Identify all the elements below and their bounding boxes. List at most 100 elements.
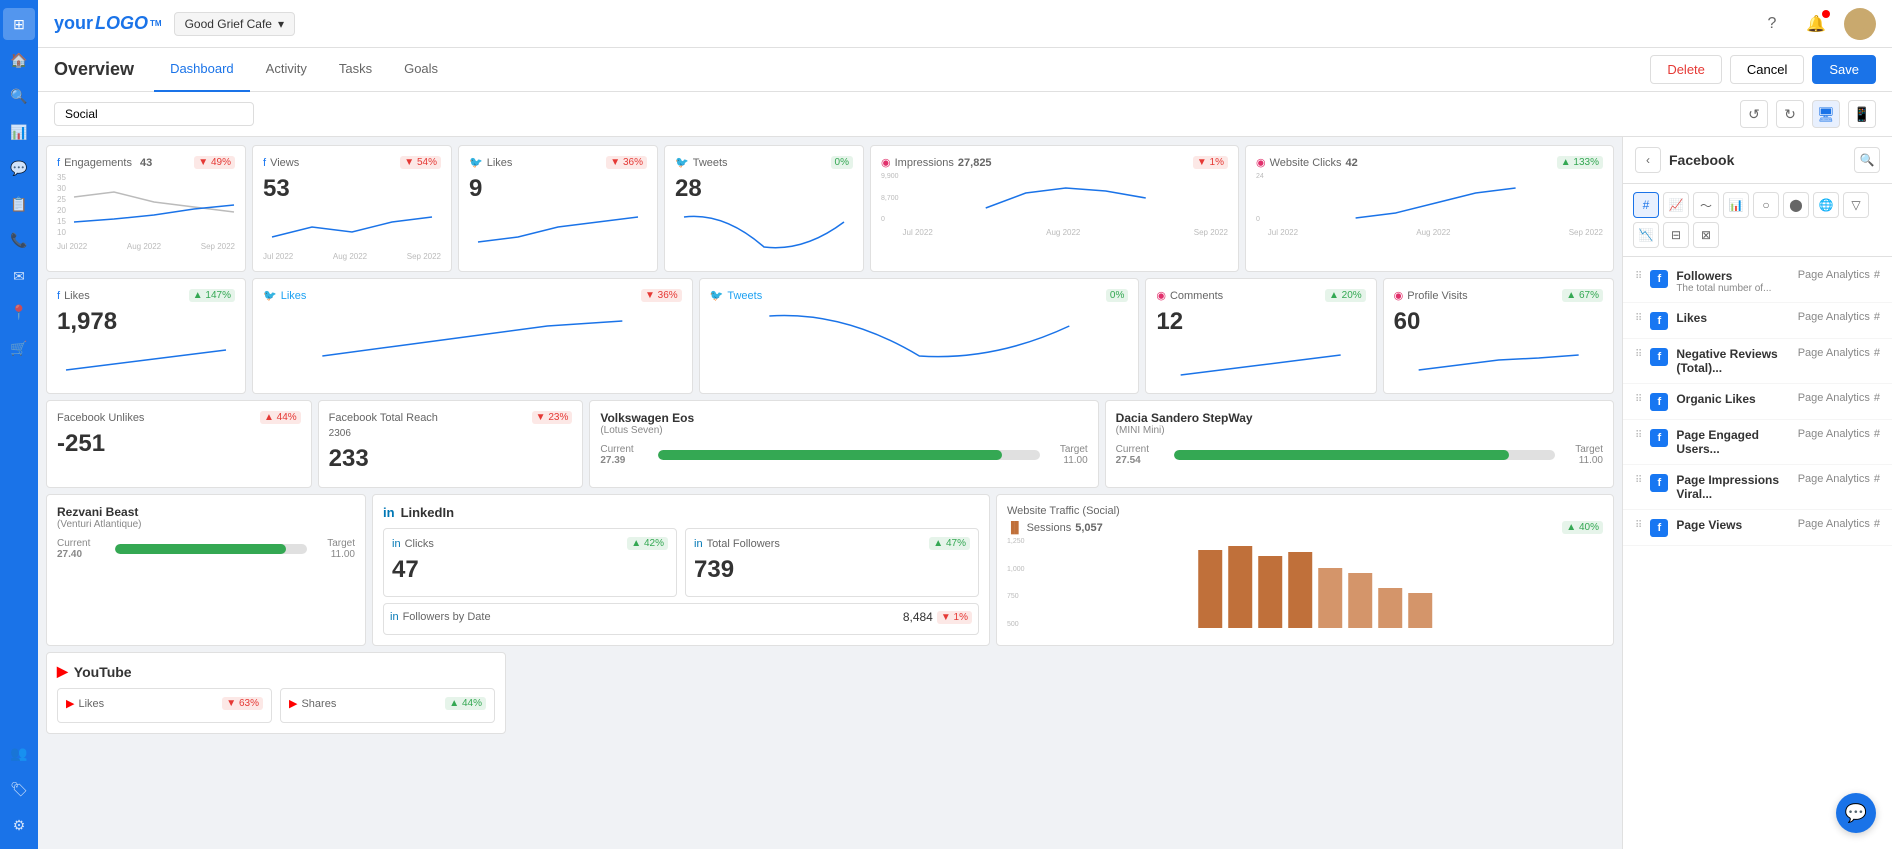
panel-line-chart-btn[interactable]: 📈 [1663, 192, 1689, 218]
rezvani-title: Rezvani Beast [57, 505, 355, 519]
panel-metric-likes[interactable]: ⠿ f Likes Page Analytics # [1623, 303, 1892, 339]
widget-volkswagen: Volkswagen Eos (Lotus Seven) Current27.3… [589, 400, 1098, 488]
panel-grid-btn[interactable]: ⊠ [1693, 222, 1719, 248]
panel-globe-btn[interactable]: 🌐 [1813, 192, 1839, 218]
widget-linkedin-section: in LinkedIn in Clicks ▲ 42% [372, 494, 990, 646]
dacia-progress-row: Current27.54 Target11.00 [1116, 444, 1603, 466]
sidebar-item-analytics[interactable]: 📊 [3, 116, 35, 148]
website-clicks-chart-area: 240 Jul 2022Aug 2022Sep 2022 [1256, 173, 1603, 237]
sidebar-item-search[interactable]: 🔍 [3, 80, 35, 112]
widget-tw-likes: 🐦 Likes ▼ 36% 9 [458, 145, 658, 272]
sidebar-item-home[interactable]: 🏠 [3, 44, 35, 76]
sidebar-item-chat[interactable]: 💬 [3, 152, 35, 184]
widget-row-5: ▶ YouTube ▶ Likes ▼ 63% [46, 652, 1614, 734]
panel-metric-organic-likes[interactable]: ⠿ f Organic Likes Page Analytics # [1623, 384, 1892, 420]
widget-fb-unlikes: Facebook Unlikes ▲ 44% -251 [46, 400, 312, 488]
workspace-dropdown-icon: ▾ [278, 17, 284, 31]
toolbar: ↺ ↻ 🖥 📱 [38, 92, 1892, 137]
workspace-selector[interactable]: Good Grief Cafe ▾ [174, 12, 295, 36]
right-panel-back-button[interactable]: ‹ [1635, 147, 1661, 173]
sidebar-item-mail[interactable]: ✉ [3, 260, 35, 292]
undo-button[interactable]: ↺ [1740, 100, 1768, 128]
youtube-metrics: ▶ Likes ▼ 63% ▶ Shares [57, 688, 495, 723]
panel-metric-page-engaged[interactable]: ⠿ f Page Engaged Users... Page Analytics… [1623, 420, 1892, 465]
save-button[interactable]: Save [1812, 55, 1876, 84]
sidebar-item-users[interactable]: 👥 [3, 737, 35, 769]
tab-goals[interactable]: Goals [388, 48, 454, 92]
panel-wave-btn[interactable]: 〜 [1693, 192, 1719, 218]
widget-impressions-title: ◉ Impressions 27,825 [881, 156, 992, 169]
volkswagen-progress-row: Current27.39 Target11.00 [600, 444, 1087, 466]
panel-metric-negative-reviews[interactable]: ⠿ f Negative Reviews (Total)... Page Ana… [1623, 339, 1892, 384]
fb-likes-chart [57, 340, 235, 380]
top-header: your LOGO TM Good Grief Cafe ▾ ? 🔔 [38, 0, 1892, 48]
sidebar-item-tasks[interactable]: 📋 [3, 188, 35, 220]
website-traffic-header: Website Traffic (Social) [1007, 505, 1603, 517]
panel-filter-btn[interactable]: ▽ [1843, 192, 1869, 218]
linkedin-clicks-header: in Clicks ▲ 42% [392, 537, 668, 550]
volkswagen-title: Volkswagen Eos [600, 411, 1087, 425]
delete-button[interactable]: Delete [1650, 55, 1722, 84]
sidebar-item-phone[interactable]: 📞 [3, 224, 35, 256]
youtube-likes-title: ▶ Likes [66, 697, 104, 710]
sidebar-item-tags[interactable]: 🏷 [3, 773, 35, 805]
chat-bubble-button[interactable]: 💬 [1836, 793, 1876, 833]
panel-bar-chart-btn[interactable]: 📊 [1723, 192, 1749, 218]
desktop-view-button[interactable]: 🖥 [1812, 100, 1840, 128]
widget-tw-likes-title: 🐦 Likes [469, 156, 512, 169]
website-clicks-chart [1268, 173, 1603, 223]
redo-button[interactable]: ↻ [1776, 100, 1804, 128]
panel-hash-btn[interactable]: # [1633, 192, 1659, 218]
fb-likes-value: 1,978 [57, 308, 235, 336]
rezvani-progress-bar [115, 544, 307, 554]
panel-metric-likes-info: Likes [1676, 311, 1789, 325]
youtube-section-title: ▶ YouTube [57, 663, 495, 680]
panel-metric-page-views[interactable]: ⠿ f Page Views Page Analytics # [1623, 510, 1892, 546]
tab-dashboard[interactable]: Dashboard [154, 48, 250, 92]
drag-handle-followers: ⠿ [1635, 271, 1642, 282]
search-input[interactable] [54, 102, 254, 126]
mobile-view-button[interactable]: 📱 [1848, 100, 1876, 128]
youtube-shares-title: ▶ Shares [289, 697, 336, 710]
tab-activity[interactable]: Activity [250, 48, 323, 92]
panel-circle-btn[interactable]: ○ [1753, 192, 1779, 218]
panel-area-chart-btn[interactable]: 📉 [1633, 222, 1659, 248]
panel-metric-page-impressions-viral[interactable]: ⠿ f Page Impressions Viral... Page Analy… [1623, 465, 1892, 510]
widget-profile-visits: ◉ Profile Visits ▲ 67% 60 [1383, 278, 1614, 394]
panel-metric-negative-reviews-action: Page Analytics # [1798, 347, 1880, 359]
widget-tweets-large-header: 🐦 Tweets 0% [710, 289, 1129, 302]
bar-chart-svg [1033, 538, 1603, 628]
page-title: Overview [54, 59, 134, 80]
cancel-button[interactable]: Cancel [1730, 55, 1804, 84]
engagements-chart [73, 177, 235, 237]
panel-metric-page-engaged-action: Page Analytics # [1798, 428, 1880, 440]
linkedin-followers-value: 739 [694, 556, 970, 584]
youtube-likes-header: ▶ Likes ▼ 63% [66, 697, 263, 710]
widget-tweets-title: 🐦 Tweets [675, 156, 728, 169]
sessions-label: ▐▌ Sessions 5,057 [1007, 522, 1103, 534]
notification-button[interactable]: 🔔 [1800, 8, 1832, 40]
tab-tasks[interactable]: Tasks [323, 48, 388, 92]
panel-metric-followers[interactable]: ⠿ f Followers The total number of... Pag… [1623, 261, 1892, 303]
linkedin-followers-date-badge: ▼ 1% [937, 611, 972, 624]
help-button[interactable]: ? [1756, 8, 1788, 40]
panel-donut-btn[interactable]: ⬤ [1783, 192, 1809, 218]
widget-engagements-title: f Engagements 43 [57, 157, 152, 169]
widget-views-title: f Views [263, 157, 299, 169]
right-panel-search-button[interactable]: 🔍 [1854, 147, 1880, 173]
tw-likes-icon: 🐦 [469, 156, 483, 169]
linkedin-followers-badge: ▲ 47% [929, 537, 970, 550]
sidebar-item-location[interactable]: 📍 [3, 296, 35, 328]
sidebar-item-shop[interactable]: 🛒 [3, 332, 35, 364]
panel-table-btn[interactable]: ⊟ [1663, 222, 1689, 248]
widget-fb-likes-title: f Likes [57, 290, 90, 302]
avatar[interactable] [1844, 8, 1876, 40]
fb-negative-reviews-icon: f [1650, 348, 1668, 366]
widget-website-clicks-title: ◉ Website Clicks 42 [1256, 156, 1358, 169]
sidebar-item-grid[interactable]: ⊞ [3, 8, 35, 40]
fb-total-reach-sub: 2306 [329, 428, 573, 439]
fb-total-reach-value: 233 [329, 445, 573, 473]
drag-handle-organic-likes: ⠿ [1635, 394, 1642, 405]
sidebar-item-settings[interactable]: ⚙ [3, 809, 35, 841]
linkedin-followers-date-title: in Followers by Date [390, 611, 491, 623]
